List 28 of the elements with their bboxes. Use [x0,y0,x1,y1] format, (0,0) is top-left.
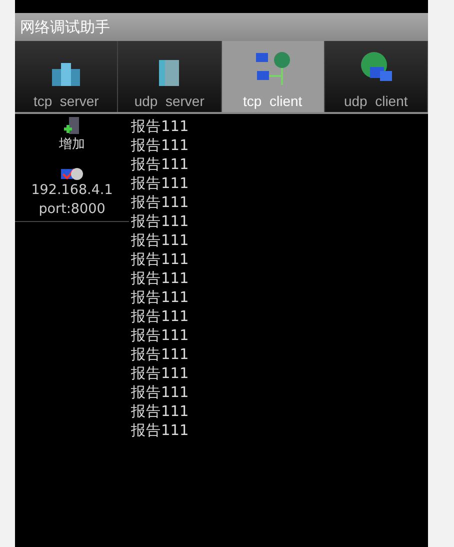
message-line: 报告111 [131,213,189,232]
network-icon [254,51,291,87]
server-cluster-icon [51,61,82,87]
message-line: 报告111 [131,251,189,270]
tab[interactable]: tcp server [15,41,118,112]
message-line: 报告111 [131,346,189,365]
tab[interactable]: udp client [324,41,428,112]
message-line: 报告111 [131,175,189,194]
message-line: 报告111 [131,422,189,441]
message-line: 报告111 [131,118,189,137]
window-title: 网络调试助手 [20,18,110,36]
tab[interactable]: udp server [118,41,222,112]
port-label: port:8000 [38,200,106,219]
message-line: 报告111 [131,137,189,156]
message-line: 报告111 [131,289,189,308]
message-line: 报告111 [131,270,189,289]
connection-icon [61,167,83,181]
add-label[interactable]: 增加 [59,135,85,153]
message-line: 报告111 [131,156,189,175]
message-line: 报告111 [131,327,189,346]
message-line: 报告111 [131,365,189,384]
server-add-icon [63,117,81,135]
message-line: 报告111 [131,403,189,422]
ip-address[interactable]: 192.168.4.1 [31,181,113,200]
message-line: 报告111 [131,384,189,403]
message-line: 报告111 [131,308,189,327]
message-line: 报告111 [131,232,189,251]
message-line: 报告111 [131,194,189,213]
